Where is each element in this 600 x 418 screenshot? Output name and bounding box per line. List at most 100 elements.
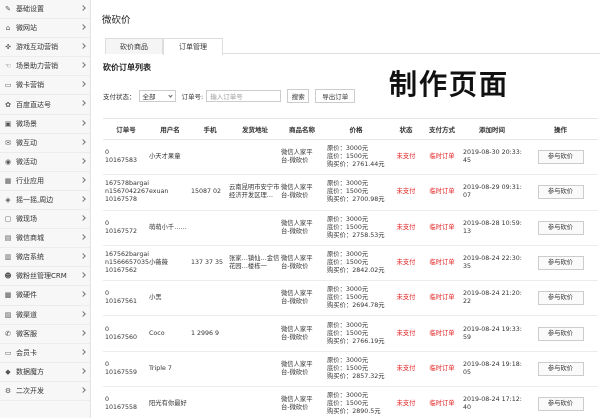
sidebar-item[interactable]: ☻ 微粉丝管理CRM [0, 267, 90, 287]
chevron-right-icon [80, 291, 86, 298]
sidebar-item-label: 基础设置 [16, 5, 44, 14]
chevron-right-icon [80, 24, 86, 30]
payment-status-value: 全部 [142, 92, 156, 101]
filter-bar: 支付状态： 全部 订单号: 输入订单号 搜索 导出订单 [103, 88, 356, 103]
col-price: 价格 [349, 126, 363, 134]
status-cell: 未支付 [389, 175, 423, 209]
sidebar-item[interactable]: ▥ 微店系统 [0, 248, 90, 268]
phone-cell [191, 387, 229, 418]
col-username: 用户名 [160, 126, 180, 134]
sidebar-item[interactable]: ▨ 微渠道 [0, 306, 90, 325]
section-title: 砍价订单列表 [103, 63, 151, 72]
sidebar-item[interactable]: ☜ 场景助力营销 [0, 57, 90, 77]
product-name-line: 台-微砍价 [281, 404, 309, 412]
sidebar-item-label: 微活动 [16, 157, 37, 166]
purchase-price: 购买价：2890.5元 [327, 408, 381, 416]
sidebar-item[interactable]: ▤ 微信商城 [0, 229, 90, 249]
sidebar-item[interactable]: ▣ 微场景 [0, 115, 90, 134]
order-number-input[interactable]: 输入订单号 [206, 89, 282, 102]
chevron-right-icon [80, 119, 86, 126]
action-cell: 参与砍价 [523, 140, 598, 174]
price-cell: 原价：3000元 底价：1500元 购买价：2890.5元 [323, 387, 389, 418]
hand-icon: ☜ [4, 62, 12, 71]
payment-method: 临时订单 [429, 259, 455, 267]
product-cell: 微信人家平 台-微砍价 [281, 352, 323, 386]
payment-status-select[interactable]: 全部 [138, 89, 176, 102]
cube-icon: ◆ [5, 367, 11, 376]
join-bargain-button[interactable]: 参与砍价 [537, 256, 584, 271]
search-button[interactable]: 搜索 [287, 88, 310, 103]
sidebar-item[interactable]: ▩ 微硬件 [0, 286, 90, 306]
purchase-price: 购买价：2857.32元 [327, 372, 385, 380]
join-bargain-button[interactable]: 参与砍价 [537, 185, 584, 200]
phone-cell [191, 352, 229, 386]
chevron-right-icon [80, 348, 86, 355]
time-line: 45 [463, 157, 472, 165]
price-cell: 原价：3000元 底价：1500元 购买价：2694.78元 [323, 281, 389, 315]
join-bargain-button[interactable]: 参与砍价 [537, 150, 584, 165]
sidebar-item[interactable]: ✆ 微客服 [0, 325, 90, 344]
order-number-line: 167578bargai [105, 180, 149, 188]
export-orders-button[interactable]: 导出订单 [315, 88, 356, 103]
order-number-cell: 0 10167583 [103, 140, 149, 174]
sidebar-item[interactable]: ◆ 数据魔方 [0, 363, 90, 382]
join-bargain-button[interactable]: 参与砍价 [537, 397, 584, 412]
time-line: 2019-08-24 19:18: [463, 360, 522, 368]
paw-icon: ✿ [5, 100, 11, 109]
chevron-right-icon [80, 5, 86, 11]
action-cell: 参与砍价 [523, 316, 598, 350]
payment-method: 临时订单 [429, 400, 455, 408]
sidebar-item[interactable]: ▢ 微现场 [0, 210, 90, 230]
order-number-cell: 0 10167559 [103, 352, 149, 386]
chevron-right-icon [80, 387, 86, 393]
time-line: 2019-08-28 10:59: [463, 219, 522, 227]
table-row: 0 10167558 阳光有你最好 微信人家平 台-微砍价 原价：3000元 底价：1500… [103, 387, 598, 418]
table-header: 订单号 用户名 手机 发货地址 商品名称 价格 状态 支付方式 添加时间 操作 [103, 118, 598, 140]
time-line: 2019-08-24 21:20: [463, 290, 522, 298]
product-cell: 微信人家平 台-微砍价 [281, 140, 323, 174]
product-cell: 微信人家平 台-微砍价 [281, 387, 323, 418]
order-number-cell: 0 10167558 [103, 387, 149, 418]
product-name-line: 台-微砍价 [281, 157, 309, 165]
payment-method: 临时订单 [429, 364, 455, 372]
shake-icon: ◈ [5, 195, 11, 204]
join-bargain-button[interactable]: 参与砍价 [537, 220, 584, 235]
sidebar-item[interactable]: ⌂ 微网站 [0, 19, 90, 39]
sidebar-item[interactable]: ▭ 微卡营销 [0, 76, 90, 96]
phone: 15087 02 [191, 188, 222, 196]
sidebar-item[interactable]: ✿ 百度直达号 [0, 95, 90, 115]
sidebar-item[interactable]: ◉ 微活动 [0, 153, 90, 172]
order-number-line: 0 [105, 219, 110, 227]
phone-cell [191, 211, 229, 245]
time-cell: 2019-08-24 19:18: 05 [461, 352, 523, 386]
original-price: 原价：3000元 [327, 356, 369, 364]
join-bargain-button[interactable]: 参与砍价 [537, 361, 584, 376]
sidebar-item[interactable]: ✜ 游戏互动营销 [0, 38, 90, 58]
tab-bar: 砍价商品 订单管理 [105, 38, 600, 55]
price-cell: 原价：3000元 底价：1500元 购买价：2857.32元 [323, 352, 389, 386]
sidebar-item[interactable]: ✎ 基础设置 [0, 0, 90, 20]
time-line: 2019-08-24 22:30: [463, 255, 522, 263]
chevron-right-icon [80, 138, 86, 145]
join-bargain-button[interactable]: 参与砍价 [537, 291, 584, 306]
payment-method-cell: 临时订单 [423, 140, 461, 174]
status-badge: 未支付 [396, 188, 416, 196]
sidebar-item[interactable]: ▦ 行业应用 [0, 172, 90, 191]
chevron-right-icon [80, 215, 86, 221]
sidebar-item[interactable]: ◈ 摇一摇,周边 [0, 191, 90, 211]
username: Coco [149, 329, 165, 337]
sidebar-item-label: 微硬件 [16, 291, 37, 300]
sidebar-item[interactable]: ▭ 会员卡 [0, 344, 90, 363]
sidebar-item-label: 微信商城 [16, 234, 44, 243]
join-bargain-button[interactable]: 参与砍价 [537, 326, 584, 341]
sidebar-item[interactable]: ⚙ 二次开发 [0, 382, 90, 401]
phone: 137 37 35 [191, 259, 224, 267]
tab-bargain-products[interactable]: 砍价商品 [105, 38, 163, 54]
product-cell: 微信人家平 台-微砍价 [281, 281, 323, 315]
tab-order-management[interactable]: 订单管理 [163, 38, 223, 55]
col-payment: 支付方式 [429, 126, 455, 134]
order-number-cell: 167578bargai n1567042267 10167578 [103, 175, 149, 209]
product-name-line: 微信人家平 [281, 219, 313, 227]
sidebar-item[interactable]: ✉ 微互动 [0, 134, 90, 153]
purchase-price: 购买价：2842.02元 [327, 267, 385, 275]
